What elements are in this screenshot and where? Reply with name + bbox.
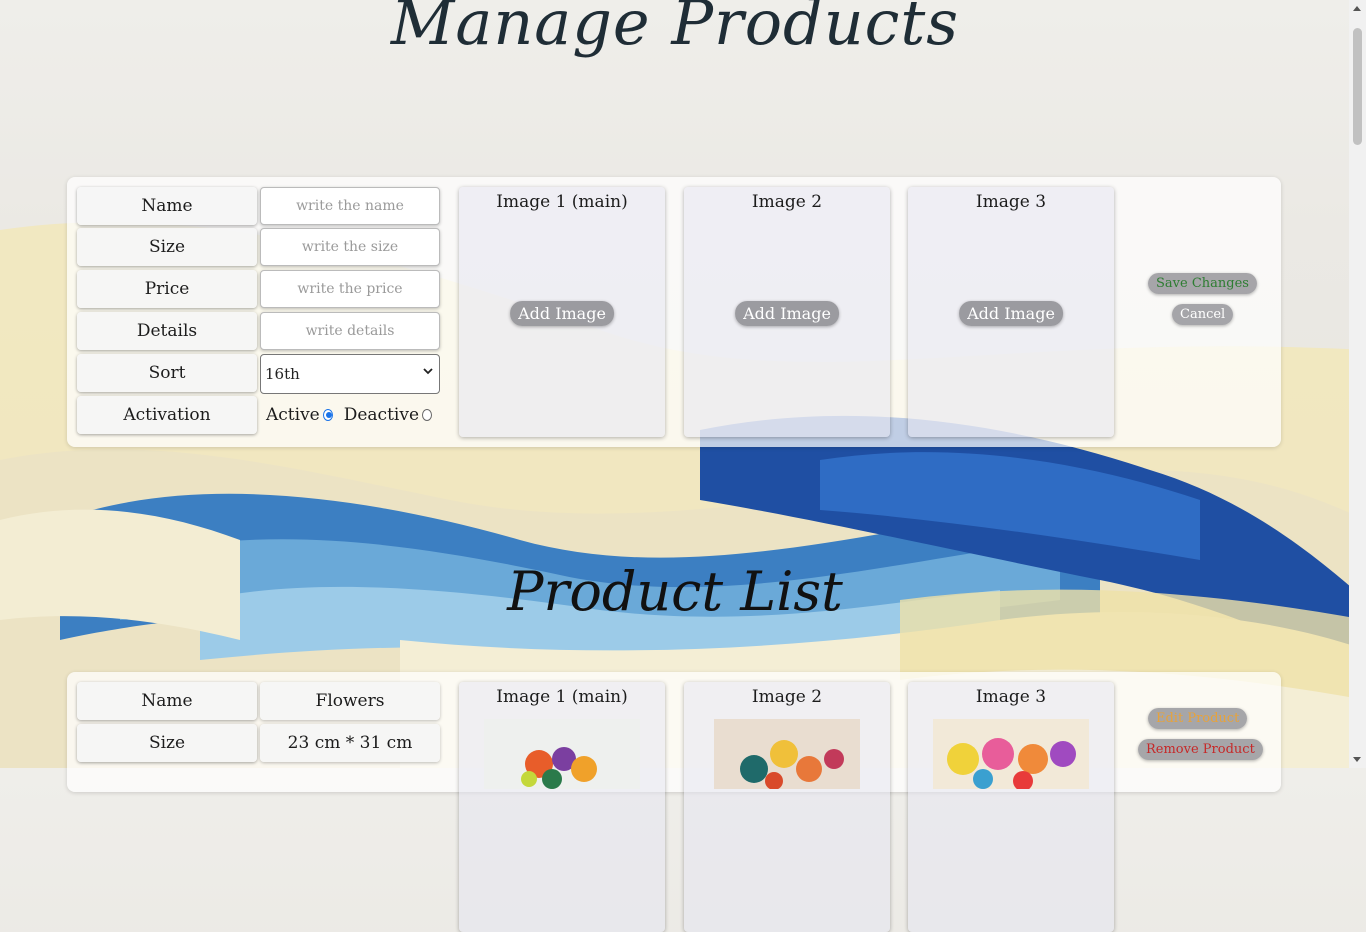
- name-label: Name: [77, 187, 257, 225]
- details-label: Details: [77, 312, 257, 350]
- product-size-value: 23 cm * 31 cm: [260, 724, 440, 762]
- edit-product-button[interactable]: Edit Product: [1148, 708, 1248, 729]
- active-radio[interactable]: [322, 409, 333, 421]
- deactive-option-label: Deactive: [343, 405, 419, 425]
- add-image-button[interactable]: Add Image: [959, 301, 1063, 326]
- add-image-button[interactable]: Add Image: [735, 301, 839, 326]
- product-name-label: Name: [77, 682, 257, 720]
- image-card-title: Image 1 (main): [496, 192, 628, 212]
- image-card-title: Image 3: [975, 192, 1047, 212]
- sort-label: Sort: [77, 354, 257, 392]
- product-name-value: Flowers: [260, 682, 440, 720]
- save-changes-button[interactable]: Save Changes: [1148, 273, 1257, 294]
- price-label: Price: [77, 270, 257, 308]
- size-input[interactable]: write the size: [260, 228, 440, 266]
- product-image-card-3: Image 3: [908, 682, 1114, 932]
- deactive-radio[interactable]: [422, 409, 432, 421]
- product-image-1: [484, 719, 640, 789]
- activation-radio-group: Active Deactive: [260, 396, 440, 434]
- details-input[interactable]: write details: [260, 312, 440, 350]
- size-label: Size: [77, 228, 257, 266]
- product-image-card-1: Image 1 (main): [459, 682, 665, 932]
- product-image-3: [933, 719, 1089, 789]
- image-card-3: Image 3 Add Image: [908, 187, 1114, 437]
- image-card-title: Image 1 (main): [496, 687, 628, 707]
- product-list-item: Name Flowers Size 23 cm * 31 cm Image 1 …: [67, 672, 1281, 932]
- image-card-title: Image 2: [751, 192, 823, 212]
- image-card-1: Image 1 (main) Add Image: [459, 187, 665, 437]
- scroll-up-icon[interactable]: [1353, 6, 1361, 11]
- image-card-title: Image 3: [975, 687, 1047, 707]
- add-image-button[interactable]: Add Image: [510, 301, 614, 326]
- activation-label: Activation: [77, 396, 257, 434]
- scrollbar-thumb[interactable]: [1353, 28, 1362, 145]
- product-form-panel: Name write the name Size write the size …: [67, 177, 1281, 447]
- page-title: Manage Products: [390, 0, 960, 59]
- product-image-2: [714, 719, 860, 789]
- scroll-down-icon[interactable]: [1353, 757, 1361, 762]
- price-input[interactable]: write the price: [260, 270, 440, 308]
- product-list-title: Product List: [507, 560, 843, 623]
- sort-select-value: 16th: [265, 365, 300, 383]
- active-option-label: Active: [266, 405, 320, 425]
- product-image-card-2: Image 2: [684, 682, 890, 932]
- name-input[interactable]: write the name: [260, 187, 440, 225]
- cancel-button[interactable]: Cancel: [1172, 304, 1234, 325]
- image-card-title: Image 2: [751, 687, 823, 707]
- vertical-scrollbar[interactable]: [1349, 0, 1366, 768]
- remove-product-button[interactable]: Remove Product: [1138, 739, 1263, 760]
- product-size-label: Size: [77, 724, 257, 762]
- image-card-2: Image 2 Add Image: [684, 187, 890, 437]
- chevron-down-icon: [423, 368, 433, 375]
- sort-select[interactable]: 16th: [260, 354, 440, 394]
